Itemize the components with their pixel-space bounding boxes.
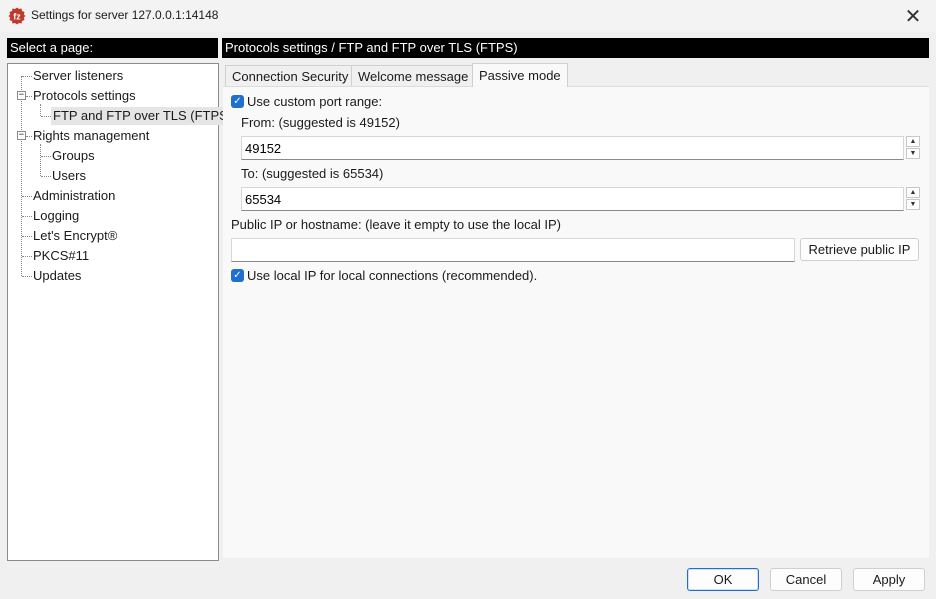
tree-connector — [41, 156, 51, 157]
tab-connection-security[interactable]: Connection Security — [225, 65, 356, 87]
tree-item-users[interactable]: Users — [52, 167, 86, 185]
use-local-ip-checkbox[interactable]: ✓ — [231, 269, 244, 282]
tree-item-logging[interactable]: Logging — [33, 207, 79, 225]
tree-connector — [21, 76, 22, 276]
tree-item-groups[interactable]: Groups — [52, 147, 95, 165]
public-ip-label: Public IP or hostname: (leave it empty t… — [231, 217, 561, 232]
tree-item-ftp-ftps[interactable]: FTP and FTP over TLS (FTPS) — [51, 107, 235, 125]
custom-port-range-checkbox[interactable]: ✓ — [231, 95, 244, 108]
tree-item-protocols-settings[interactable]: Protocols settings — [33, 87, 136, 105]
from-port-input[interactable] — [241, 136, 904, 160]
to-spin-up-icon[interactable]: ▲ — [906, 187, 920, 198]
tab-welcome-message[interactable]: Welcome message — [351, 65, 476, 87]
svg-text:fz: fz — [13, 12, 21, 22]
custom-port-range-label: Use custom port range: — [247, 94, 383, 109]
use-local-ip-label: Use local IP for local connections (reco… — [247, 268, 538, 283]
tree-connector — [22, 256, 32, 257]
tree-connector — [26, 96, 32, 97]
tree-connector — [26, 136, 32, 137]
tree-connector — [22, 76, 32, 77]
tab-passive-mode[interactable]: Passive mode — [472, 63, 568, 87]
from-spin-down-icon[interactable]: ▼ — [906, 148, 920, 159]
retrieve-public-ip-button[interactable]: Retrieve public IP — [800, 238, 919, 261]
tree-connector — [22, 196, 32, 197]
to-port-input[interactable] — [241, 187, 904, 211]
tree-connector — [22, 276, 32, 277]
apply-button[interactable]: Apply — [853, 568, 925, 591]
cancel-button[interactable]: Cancel — [770, 568, 842, 591]
to-label: To: (suggested is 65534) — [241, 166, 384, 181]
tree-connector — [22, 216, 32, 217]
from-spin-up-icon[interactable]: ▲ — [906, 136, 920, 147]
to-spin-down-icon[interactable]: ▼ — [906, 199, 920, 210]
from-label: From: (suggested is 49152) — [241, 115, 400, 130]
page-path-header: Protocols settings / FTP and FTP over TL… — [222, 38, 929, 58]
close-icon: ✕ — [904, 5, 922, 28]
tree-item-server-listeners[interactable]: Server listeners — [33, 67, 123, 85]
ok-button[interactable]: OK — [687, 568, 759, 591]
select-page-header: Select a page: — [7, 38, 218, 58]
tree-item-administration[interactable]: Administration — [33, 187, 115, 205]
collapse-protocols-icon[interactable]: − — [17, 91, 26, 100]
tree-connector — [40, 104, 41, 116]
public-ip-input[interactable] — [231, 238, 795, 262]
settings-tree[interactable]: − − Server listeners Protocols settings … — [7, 63, 235, 561]
tree-item-pkcs11[interactable]: PKCS#11 — [33, 247, 89, 265]
filezilla-server-icon: fz — [8, 7, 26, 25]
tree-item-rights-management[interactable]: Rights management — [33, 127, 149, 145]
tree-connector — [40, 144, 41, 176]
title-bar: fz Settings for server 127.0.0.1:14148 ✕ — [0, 0, 936, 32]
tree-item-lets-encrypt[interactable]: Let's Encrypt® — [33, 227, 117, 245]
tree-item-updates[interactable]: Updates — [33, 267, 81, 285]
tree-connector — [41, 176, 51, 177]
collapse-rights-icon[interactable]: − — [17, 131, 26, 140]
tree-connector — [41, 116, 51, 117]
window-title: Settings for server 127.0.0.1:14148 — [31, 8, 219, 22]
tree-connector — [22, 236, 32, 237]
close-button[interactable]: ✕ — [890, 0, 936, 32]
